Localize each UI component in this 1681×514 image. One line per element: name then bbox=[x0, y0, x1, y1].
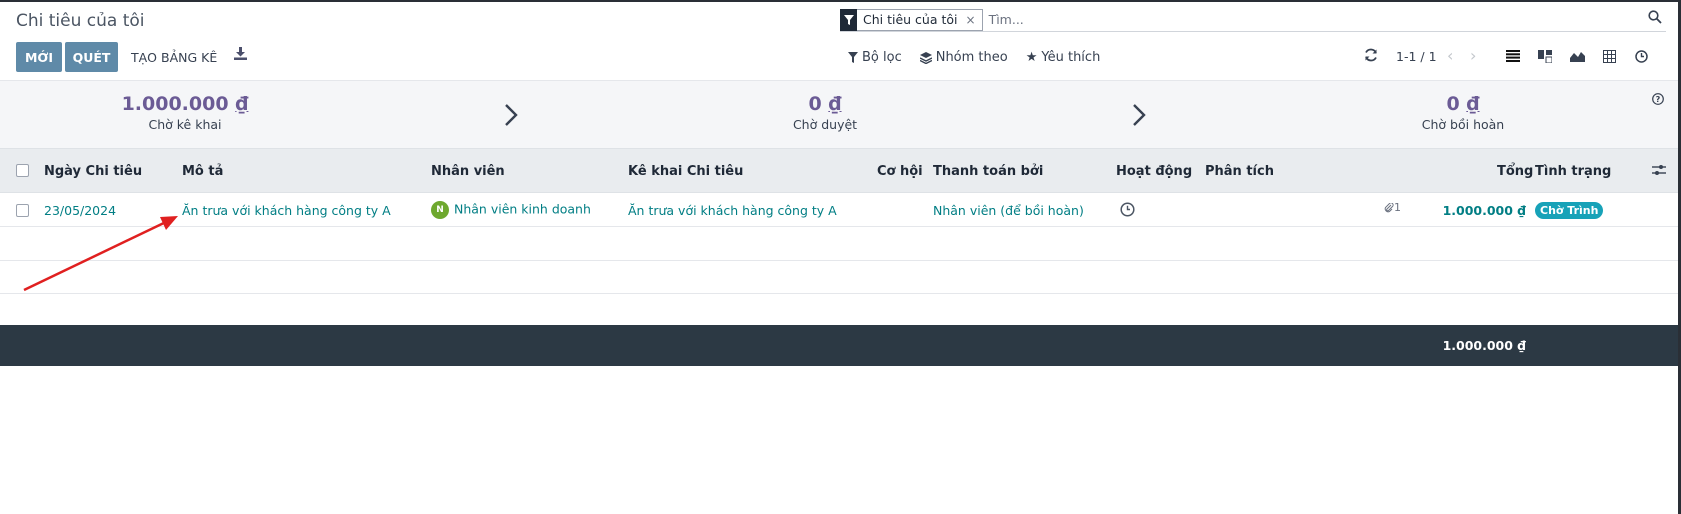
page-title: Chi tiêu của tôi bbox=[16, 11, 145, 31]
row-checkbox[interactable] bbox=[16, 204, 29, 217]
chevron-left-icon[interactable]: ‹ bbox=[1447, 46, 1453, 65]
pivot-view-icon[interactable] bbox=[1600, 47, 1618, 65]
search-panel-options: Bộ lọc Nhóm theo ★ Yêu thích bbox=[848, 50, 1100, 65]
column-header-activity[interactable]: Hoạt động bbox=[1116, 164, 1192, 179]
refresh-icon[interactable] bbox=[1364, 48, 1378, 66]
window-top-border bbox=[0, 0, 1681, 2]
status-badge: Chờ Trình bbox=[1535, 202, 1604, 219]
chevron-right-icon[interactable]: › bbox=[1470, 46, 1476, 65]
column-header-description[interactable]: Mô tả bbox=[182, 164, 223, 179]
layers-icon bbox=[919, 51, 932, 64]
search-facet[interactable]: Chi tiêu của tôi × bbox=[857, 8, 983, 31]
column-settings-icon[interactable] bbox=[1652, 164, 1666, 180]
group-by-label: Nhóm theo bbox=[935, 50, 1008, 65]
expense-total: 1.000.000 ₫ bbox=[1442, 203, 1526, 218]
favorites-label: Yêu thích bbox=[1041, 50, 1101, 65]
table-row bbox=[0, 228, 1678, 261]
favorites-menu-button[interactable]: ★ Yêu thích bbox=[1026, 50, 1101, 65]
column-header-employee[interactable]: Nhân viên bbox=[431, 164, 505, 179]
stage-currency: ₫ bbox=[828, 93, 842, 115]
view-switcher bbox=[1504, 47, 1650, 65]
help-icon[interactable]: ? bbox=[1652, 93, 1664, 109]
stage-to-reimburse[interactable]: 0 ₫ Chờ bồi hoàn bbox=[1363, 93, 1563, 132]
expense-stage-summary: 1.000.000 ₫ Chờ kê khai 0 ₫ Chờ duyệt 0 … bbox=[0, 80, 1678, 148]
download-icon[interactable] bbox=[234, 47, 247, 64]
stage-amount: 1.000.000 bbox=[121, 93, 229, 115]
table-row[interactable]: 23/05/2024 Ăn trưa với khách hàng công t… bbox=[0, 194, 1678, 227]
paperclip-icon bbox=[1384, 202, 1394, 212]
create-report-button[interactable]: TẠO BẢNG KÊ bbox=[131, 50, 217, 65]
chevron-right-icon bbox=[503, 103, 519, 131]
attachment-count-value: 1 bbox=[1394, 201, 1401, 214]
close-icon[interactable]: × bbox=[966, 13, 976, 27]
table-row bbox=[0, 293, 1678, 326]
new-button[interactable]: MỚI bbox=[16, 42, 62, 72]
select-all-checkbox[interactable] bbox=[16, 164, 29, 177]
activity-view-icon[interactable] bbox=[1632, 47, 1650, 65]
attachment-count[interactable]: 1 bbox=[1384, 201, 1401, 214]
kanban-view-icon[interactable] bbox=[1536, 47, 1554, 65]
search-facet-label: Chi tiêu của tôi bbox=[863, 12, 958, 27]
stage-amount: 0 bbox=[808, 93, 822, 115]
clock-icon[interactable] bbox=[1120, 202, 1135, 221]
stage-currency: ₫ bbox=[1466, 93, 1480, 115]
footer-total: 1.000.000 ₫ bbox=[1442, 338, 1526, 353]
expense-description[interactable]: Ăn trưa với khách hàng công ty A bbox=[182, 203, 391, 218]
column-header-opportunity[interactable]: Cơ hội bbox=[877, 164, 923, 179]
expense-date[interactable]: 23/05/2024 bbox=[44, 203, 116, 218]
search-input[interactable]: Tìm... bbox=[989, 12, 1666, 27]
scan-button[interactable]: QUÉT bbox=[65, 42, 118, 72]
expense-employee[interactable]: N Nhân viên kinh doanh bbox=[431, 201, 591, 219]
column-header-analytic[interactable]: Phân tích bbox=[1205, 164, 1274, 179]
expense-report-link[interactable]: Ăn trưa với khách hàng công ty A bbox=[628, 203, 837, 218]
pager-value[interactable]: 1-1 / 1 bbox=[1396, 49, 1437, 64]
employee-name: Nhân viên kinh doanh bbox=[454, 201, 591, 217]
column-header-total[interactable]: Tổng bbox=[1497, 164, 1533, 179]
stage-label: Chờ kê khai bbox=[148, 117, 222, 132]
group-by-menu-button[interactable]: Nhóm theo bbox=[919, 50, 1008, 65]
filter-label: Bộ lọc bbox=[862, 50, 902, 65]
column-header-date[interactable]: Ngày Chi tiêu bbox=[44, 164, 142, 179]
stage-to-report[interactable]: 1.000.000 ₫ Chờ kê khai bbox=[85, 93, 285, 132]
table-footer: 1.000.000 ₫ bbox=[0, 325, 1678, 366]
column-header-report[interactable]: Kê khai Chi tiêu bbox=[628, 164, 743, 179]
stage-label: Chờ bồi hoàn bbox=[1421, 117, 1505, 132]
search-bar[interactable]: Chi tiêu của tôi × Tìm... bbox=[840, 8, 1666, 32]
stage-label: Chờ duyệt bbox=[792, 117, 858, 132]
search-icon[interactable] bbox=[1648, 10, 1662, 28]
column-header-paid-by[interactable]: Thanh toán bởi bbox=[933, 164, 1043, 179]
star-icon: ★ bbox=[1025, 50, 1038, 65]
filter-icon bbox=[840, 8, 857, 31]
table-header: Ngày Chi tiêu Mô tả Nhân viên Kê khai Ch… bbox=[0, 148, 1678, 193]
table-row bbox=[0, 261, 1678, 294]
column-header-status[interactable]: Tình trạng bbox=[1535, 164, 1611, 179]
avatar: N bbox=[431, 201, 449, 219]
filter-menu-button[interactable]: Bộ lọc bbox=[848, 50, 902, 65]
expense-paid-by[interactable]: Nhân viên (để bồi hoàn) bbox=[933, 203, 1084, 218]
stage-amount: 0 bbox=[1446, 93, 1460, 115]
list-view-icon[interactable] bbox=[1504, 47, 1522, 65]
filter-icon bbox=[848, 52, 858, 63]
chevron-right-icon bbox=[1131, 103, 1147, 131]
graph-view-icon[interactable] bbox=[1568, 47, 1586, 65]
stage-currency: ₫ bbox=[235, 93, 249, 115]
stage-to-approve[interactable]: 0 ₫ Chờ duyệt bbox=[725, 93, 925, 132]
svg-text:?: ? bbox=[1656, 95, 1661, 104]
